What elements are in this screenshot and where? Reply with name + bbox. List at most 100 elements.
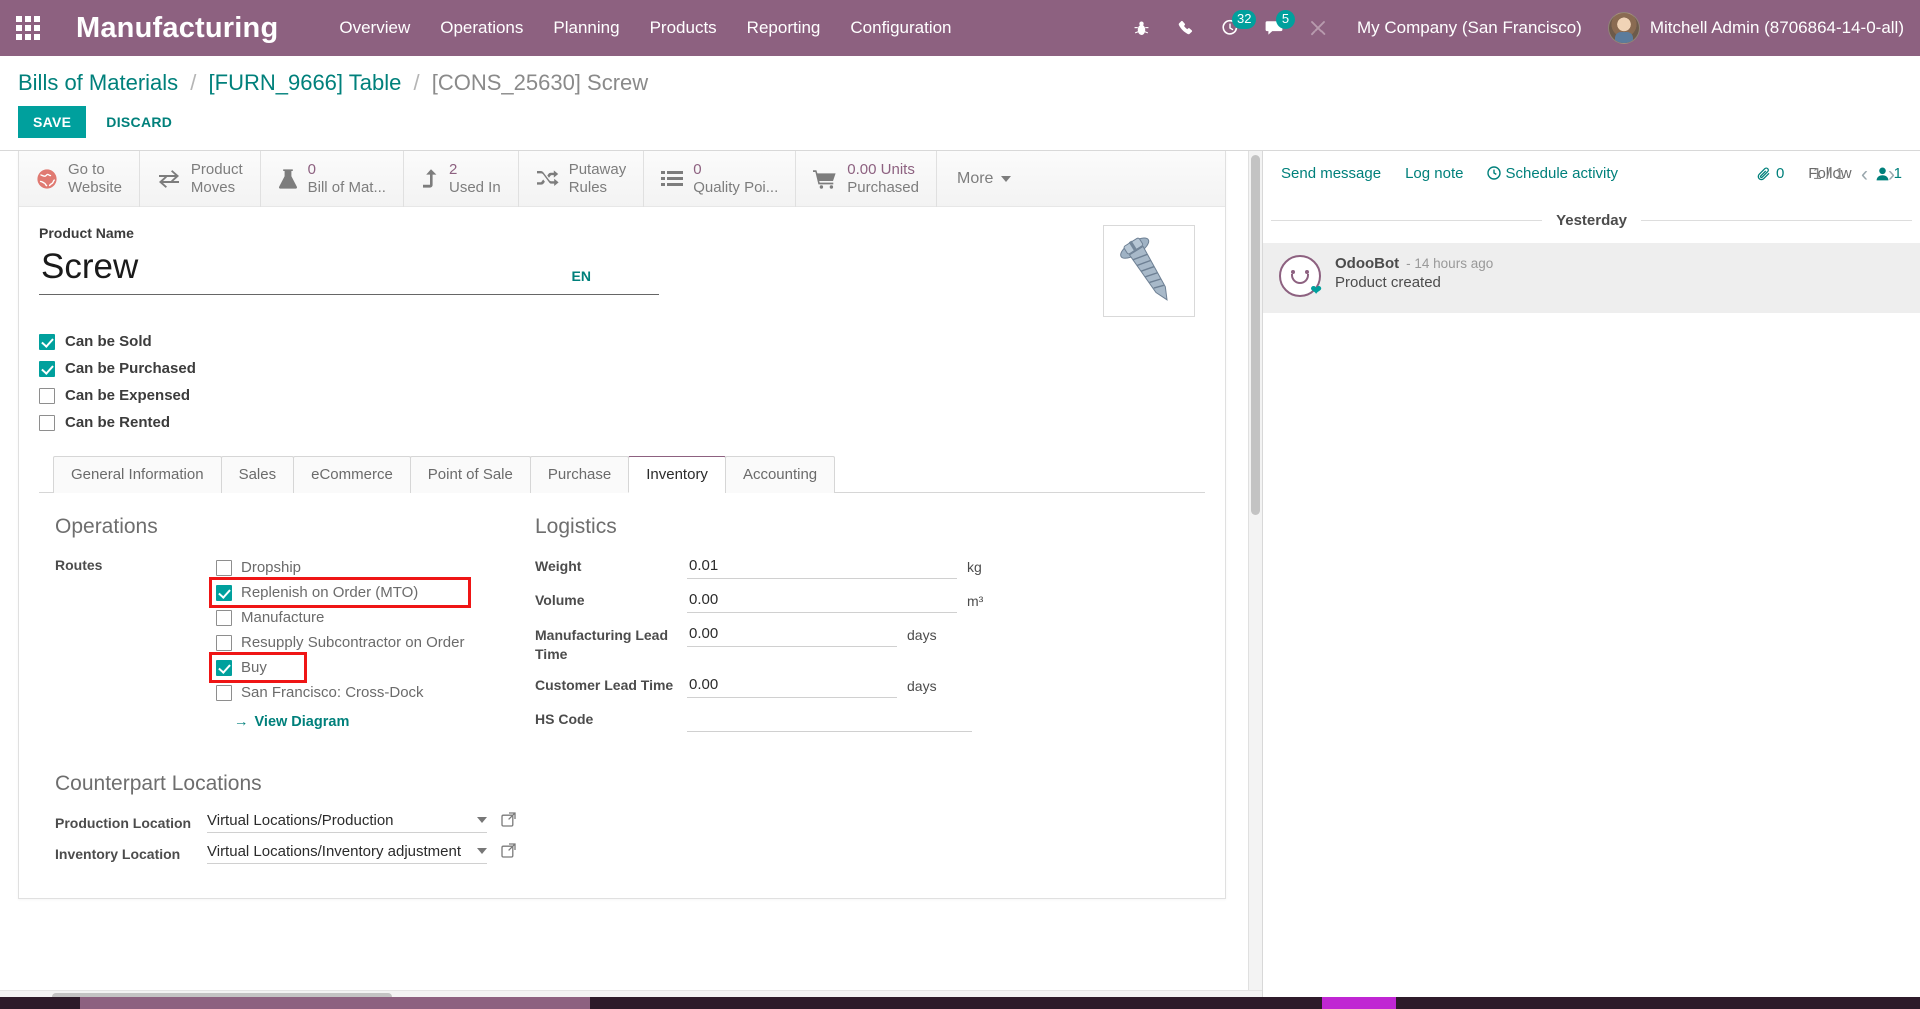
user-menu[interactable]: Mitchell Admin (8706864-14-0-all) — [1602, 12, 1904, 44]
stat-button-product-moves[interactable]: Product Moves — [140, 151, 261, 207]
log-note-button[interactable]: Log note — [1405, 165, 1463, 182]
route-san-francisco-cross-dock[interactable]: San Francisco: Cross-Dock — [212, 680, 468, 705]
phone-icon[interactable] — [1167, 0, 1205, 56]
route-buy[interactable]: Buy — [209, 652, 307, 683]
route-san-francisco-cross-dock-checkbox[interactable] — [216, 684, 232, 701]
stat-button-used-in[interactable]: 2 Used In — [404, 151, 519, 207]
random-icon — [536, 169, 559, 189]
activities-clock-icon[interactable]: 32 — [1211, 0, 1257, 56]
route-replenish-on-order-mto-checkbox[interactable] — [216, 584, 232, 601]
pager-previous-button[interactable]: ‹ — [1858, 164, 1871, 185]
messages-icon[interactable]: 5 — [1255, 0, 1295, 56]
inventory-tab-pane: Operations Routes Dropship Replenish on … — [39, 493, 1205, 742]
route-manufacture-checkbox[interactable] — [216, 609, 232, 626]
customer-lead-time-label: Customer Lead Time — [535, 676, 674, 693]
app-brand-title[interactable]: Manufacturing — [56, 12, 292, 45]
manufacturing-lead-time-input[interactable] — [687, 623, 897, 647]
manufacturing-lead-time-unit: days — [907, 627, 937, 643]
checkbox-row-can-be-sold[interactable]: Can be Sold — [39, 333, 1205, 350]
breadcrumb-item-bills-of-materials[interactable]: Bills of Materials — [18, 70, 178, 95]
menu-item-planning[interactable]: Planning — [538, 0, 634, 56]
volume-unit: m³ — [967, 593, 984, 609]
os-taskbar — [0, 997, 1920, 1009]
can-be-rented-checkbox[interactable] — [39, 414, 55, 431]
main-menu: Overview Operations Planning Products Re… — [324, 0, 966, 56]
schedule-activity-button[interactable]: Schedule activity — [1487, 165, 1618, 182]
stat-label-line1: Go to — [68, 161, 105, 179]
checkbox-row-can-be-expensed[interactable]: Can be Expensed — [39, 387, 1205, 404]
product-image[interactable] — [1103, 225, 1195, 317]
tools-icon[interactable] — [1299, 0, 1337, 56]
menu-item-reporting[interactable]: Reporting — [732, 0, 836, 56]
checkbox-row-can-be-purchased[interactable]: Can be Purchased — [39, 360, 1205, 377]
tab-sales[interactable]: Sales — [220, 456, 295, 493]
stat-label: Used In — [448, 179, 501, 196]
checkbox-row-can-be-rented[interactable]: Can be Rented — [39, 414, 1205, 431]
language-badge[interactable]: EN — [572, 268, 591, 294]
weight-input[interactable] — [687, 555, 957, 579]
tab-general-information[interactable]: General Information — [53, 456, 222, 493]
chevron-down-icon[interactable] — [477, 848, 487, 855]
product-name-input[interactable]: Screw — [39, 243, 572, 294]
route-dropship-checkbox[interactable] — [216, 559, 232, 576]
sheet-body: Product Name Screw EN Can be Sold Can be… — [19, 207, 1225, 898]
tab-point-of-sale[interactable]: Point of Sale — [409, 456, 531, 493]
inventory-location-open-icon[interactable] — [501, 843, 516, 858]
route-resupply-subcontractor-on-order[interactable]: Resupply Subcontractor on Order — [212, 630, 468, 655]
save-button[interactable]: SAVE — [18, 106, 87, 138]
route-manufacture[interactable]: Manufacture — [212, 605, 468, 630]
stat-value: 0.00 Units — [847, 161, 915, 179]
more-stat-buttons-dropdown[interactable]: More — [937, 151, 1031, 207]
can-be-expensed-checkbox[interactable] — [39, 387, 55, 404]
pager-next-button[interactable]: › — [1885, 164, 1898, 185]
send-message-button[interactable]: Send message — [1281, 165, 1381, 182]
inventory-location-select[interactable]: Virtual Locations/Inventory adjustment — [207, 843, 487, 864]
discard-button[interactable]: DISCARD — [94, 106, 184, 138]
tab-ecommerce[interactable]: eCommerce — [293, 456, 411, 493]
form-vertical-scrollbar[interactable] — [1248, 151, 1262, 1002]
field-row-manufacturing-lead-time: Manufacturing Lead Time days — [535, 623, 1095, 664]
apps-menu-button[interactable] — [0, 0, 56, 56]
route-buy-label: Buy — [241, 659, 267, 676]
route-buy-checkbox[interactable] — [216, 659, 232, 676]
breadcrumb-separator: / — [190, 70, 197, 95]
globe-icon — [36, 168, 58, 190]
route-replenish-on-order-mto[interactable]: Replenish on Order (MTO) — [208, 577, 472, 608]
tab-inventory[interactable]: Inventory — [628, 456, 726, 493]
production-location-open-icon[interactable] — [501, 812, 516, 827]
arrow-right-icon: → — [234, 714, 249, 730]
stat-button-go-to-website[interactable]: Go to Website — [19, 151, 140, 207]
route-resupply-subcontractor-on-order-checkbox[interactable] — [216, 634, 232, 651]
form-sheet: Go to Website Product Moves 0 Bill of Ma… — [18, 151, 1226, 899]
stat-text: Product Moves — [191, 161, 243, 196]
attachment-count-button[interactable]: 0 — [1757, 165, 1784, 182]
stat-button-purchased[interactable]: 0.00 Units Purchased — [796, 151, 937, 207]
breadcrumb-item-table[interactable]: [FURN_9666] Table — [209, 70, 402, 95]
counterpart-locations-title: Counterpart Locations — [55, 771, 262, 795]
volume-input[interactable] — [687, 589, 957, 613]
menu-item-configuration[interactable]: Configuration — [835, 0, 966, 56]
menu-item-overview[interactable]: Overview — [324, 0, 425, 56]
company-switcher[interactable]: My Company (San Francisco) — [1343, 18, 1596, 38]
tab-accounting[interactable]: Accounting — [724, 456, 836, 493]
scrollbar-thumb[interactable] — [1251, 155, 1260, 515]
activities-badge: 32 — [1231, 10, 1257, 29]
field-row-customer-lead-time: Customer Lead Time days — [535, 673, 1095, 698]
tab-purchase[interactable]: Purchase — [529, 456, 630, 493]
stat-button-quality-points[interactable]: 0 Quality Poi... — [644, 151, 797, 207]
bug-icon[interactable] — [1123, 0, 1161, 56]
hs-code-input[interactable] — [687, 707, 972, 732]
chevron-down-icon[interactable] — [477, 817, 487, 824]
customer-lead-time-input[interactable] — [687, 673, 897, 698]
can-be-sold-checkbox[interactable] — [39, 333, 55, 350]
stat-button-putaway-rules[interactable]: Putaway Rules — [519, 151, 645, 207]
menu-item-operations[interactable]: Operations — [425, 0, 538, 56]
chatter-day-separator: Yesterday — [1263, 194, 1920, 243]
message-header: OdooBot - 14 hours ago — [1335, 255, 1904, 272]
menu-item-products[interactable]: Products — [635, 0, 732, 56]
production-location-select[interactable]: Virtual Locations/Production — [207, 812, 487, 833]
can-be-purchased-checkbox[interactable] — [39, 360, 55, 377]
stat-button-bill-of-materials[interactable]: 0 Bill of Mat... — [261, 151, 404, 207]
route-dropship[interactable]: Dropship — [212, 555, 468, 580]
view-diagram-button[interactable]: → View Diagram — [234, 714, 349, 730]
